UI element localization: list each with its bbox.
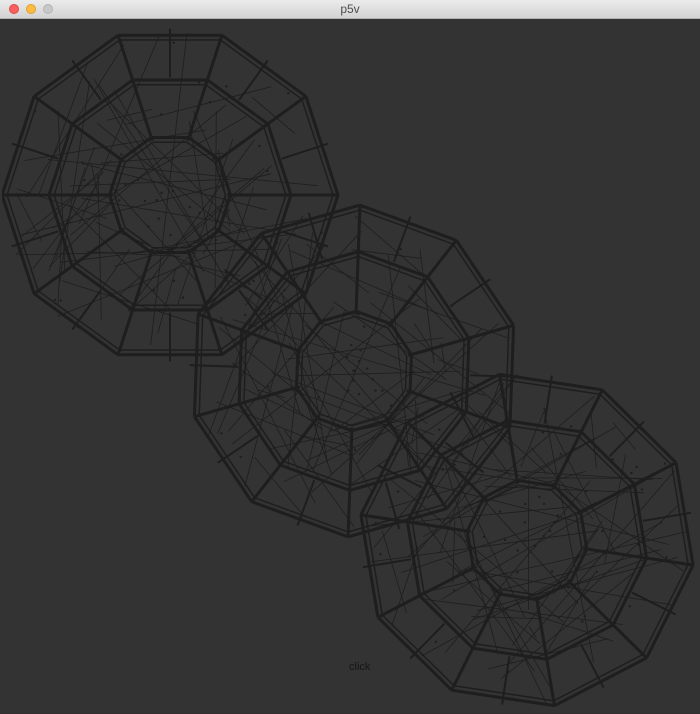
window-title: p5v — [340, 2, 360, 16]
polyhedron-wireframe — [359, 372, 695, 708]
app-window: p5v click — [0, 0, 700, 714]
click-hint: click — [349, 661, 371, 673]
wireframe-scene — [2, 28, 695, 708]
sketch-canvas[interactable]: click — [2, 19, 698, 714]
title-bar[interactable]: p5v — [0, 0, 700, 19]
polyhedron-wireframe — [189, 203, 519, 539]
polyhedron-wireframe — [2, 28, 340, 362]
